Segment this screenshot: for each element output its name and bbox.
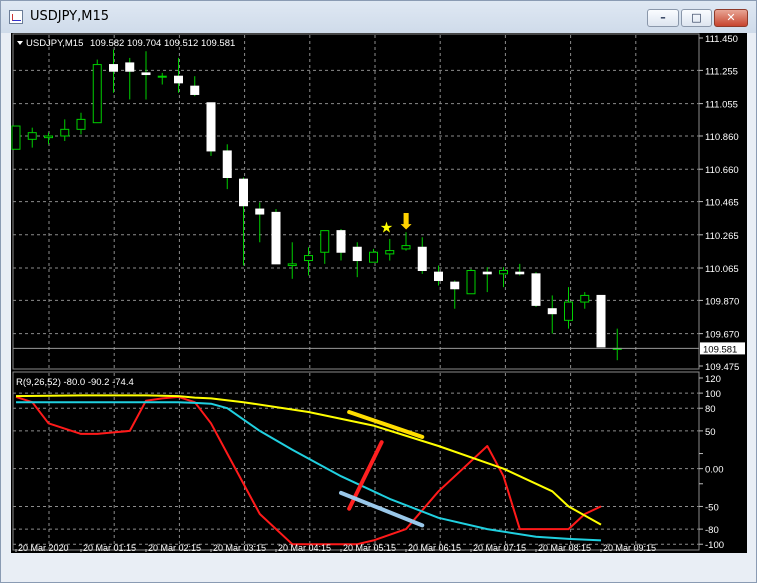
star-signal-icon: ★ bbox=[380, 219, 393, 237]
indicator-axis-label: 120 bbox=[705, 374, 721, 385]
maximize-icon: □ bbox=[691, 11, 702, 24]
chart-canvas[interactable]: 111.450 111.255 111.055 110.860 110.660 110.4… bbox=[11, 33, 747, 553]
time-axis-label: 20 Mar 2020 bbox=[18, 543, 69, 553]
title-bar[interactable]: USDJPY,M15 – □ ✕ bbox=[1, 1, 756, 33]
time-axis-label: 20 Mar 09:15 bbox=[603, 543, 656, 553]
indicator-panel-frame bbox=[12, 371, 700, 551]
time-axis-label: 20 Mar 03:15 bbox=[213, 543, 266, 553]
candle-body bbox=[515, 271, 525, 275]
ohlc-readout: 109.582 109.704 109.512 109.581 bbox=[90, 38, 235, 49]
indicator-series-line bbox=[16, 401, 602, 542]
price-axis-label: 110.465 bbox=[705, 198, 739, 209]
candle-body bbox=[336, 230, 346, 253]
minimize-button[interactable]: – bbox=[647, 9, 679, 27]
price-axis-label: 111.055 bbox=[705, 100, 738, 111]
candle-body bbox=[27, 132, 37, 140]
close-button[interactable]: ✕ bbox=[714, 9, 748, 27]
candle-body bbox=[547, 308, 557, 315]
indicator-axis-label: 50 bbox=[705, 427, 716, 438]
price-axis-label: 109.475 bbox=[705, 362, 739, 373]
price-axis-label: 109.870 bbox=[705, 296, 739, 307]
sell-arrow-icon: ⬇ bbox=[397, 210, 415, 235]
candle-body bbox=[141, 72, 151, 76]
terminal-window: USDJPY,M15 – □ ✕ 111.450 111.255 111.055 11… bbox=[0, 0, 757, 583]
time-axis-label: 20 Mar 01:15 bbox=[83, 543, 136, 553]
price-axis-label: 110.065 bbox=[705, 264, 739, 275]
candle-body bbox=[401, 245, 411, 250]
close-icon: ✕ bbox=[726, 11, 736, 24]
indicator-axis-label: -100 bbox=[705, 540, 724, 551]
indicator-axis-label: 0.00 bbox=[705, 465, 724, 476]
candle-body bbox=[352, 246, 362, 262]
price-axis-label: 110.660 bbox=[705, 165, 739, 176]
candle-body bbox=[239, 178, 248, 207]
candle-body bbox=[109, 64, 118, 72]
candle-body bbox=[222, 150, 232, 179]
symbol-label: USDJPY,M15 bbox=[26, 38, 83, 49]
price-axis-label: 109.670 bbox=[705, 330, 739, 341]
window-title: USDJPY,M15 bbox=[30, 9, 109, 24]
candle-body bbox=[11, 125, 21, 150]
maximize-button[interactable]: □ bbox=[681, 9, 712, 27]
candle-body bbox=[157, 75, 167, 78]
candle-body bbox=[564, 301, 573, 321]
time-axis-label: 20 Mar 06:15 bbox=[408, 543, 461, 553]
indicator-axis-label: -50 bbox=[705, 502, 719, 513]
time-axis-label: 20 Mar 04:15 bbox=[278, 543, 331, 553]
candle-body bbox=[125, 62, 135, 72]
candle-body bbox=[304, 255, 313, 262]
candle-body bbox=[320, 230, 330, 253]
candle-body bbox=[271, 211, 281, 265]
candle-body bbox=[76, 118, 86, 130]
chart-area[interactable]: 111.450 111.255 111.055 110.860 110.660 110.4… bbox=[11, 33, 747, 553]
time-axis-label: 20 Mar 07:15 bbox=[473, 543, 526, 553]
candle-body bbox=[596, 294, 606, 348]
price-axis-label: 110.265 bbox=[705, 231, 739, 242]
indicator-title: R(9,26,52) -80.0 -90.2 -74.4 bbox=[16, 377, 134, 388]
candle-body bbox=[531, 273, 541, 306]
candle-body bbox=[174, 75, 183, 84]
drawn-trendline bbox=[339, 490, 425, 528]
indicator-axis-label: -80 bbox=[705, 525, 719, 536]
symbol-dropdown-icon bbox=[17, 41, 23, 45]
indicator-axis-label: 80 bbox=[705, 404, 716, 415]
chart-window-icon[interactable] bbox=[9, 10, 23, 24]
indicator-series-line bbox=[15, 395, 602, 546]
candle-body bbox=[44, 135, 53, 139]
candle-body bbox=[499, 270, 508, 275]
time-axis-label: 20 Mar 08:15 bbox=[538, 543, 591, 553]
candle-body bbox=[255, 208, 265, 215]
candle-body bbox=[580, 294, 590, 303]
price-axis-label: 111.255 bbox=[705, 66, 738, 77]
candle-body bbox=[60, 128, 70, 137]
candle-body bbox=[482, 271, 492, 275]
price-axis-label: 110.860 bbox=[705, 132, 739, 143]
candle-body bbox=[92, 64, 102, 124]
indicator-axis-label: 100 bbox=[705, 389, 721, 400]
candle-body bbox=[385, 250, 395, 255]
candle-body bbox=[450, 281, 460, 290]
time-axis-label: 20 Mar 02:15 bbox=[148, 543, 201, 553]
current-price-label: 109.581 bbox=[703, 344, 737, 355]
minimize-icon: – bbox=[660, 11, 666, 24]
drawn-trendline bbox=[347, 410, 425, 439]
candle-body bbox=[206, 102, 216, 152]
time-axis-label: 20 Mar 05:15 bbox=[343, 543, 396, 553]
candle-body bbox=[434, 271, 443, 281]
candle-body bbox=[190, 85, 200, 95]
candle-body bbox=[287, 263, 297, 267]
candle-body bbox=[417, 246, 427, 272]
candle-body bbox=[369, 251, 378, 263]
price-axis-label: 111.450 bbox=[705, 34, 738, 45]
candle-body bbox=[466, 270, 476, 295]
